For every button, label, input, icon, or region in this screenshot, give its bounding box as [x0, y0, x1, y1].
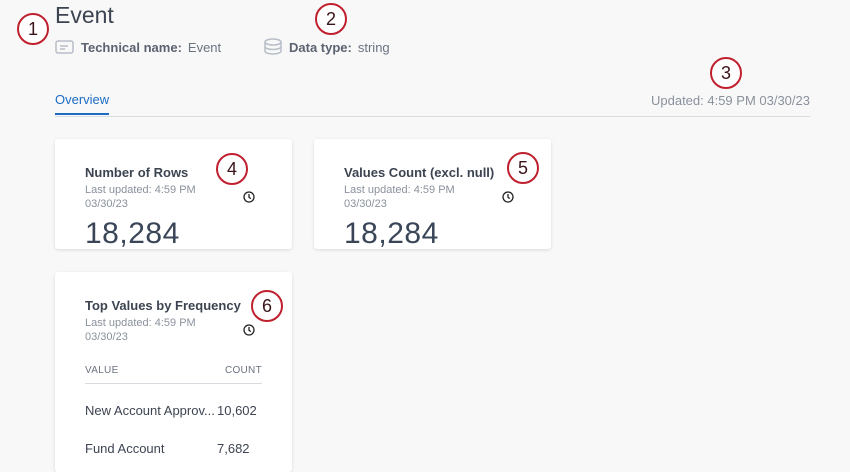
column-header-count: COUNT	[224, 365, 262, 376]
row-count: 7,682	[217, 441, 250, 456]
annotation-badge-5: 5	[507, 152, 539, 184]
clock-icon[interactable]	[502, 191, 514, 203]
card-title: Top Values by Frequency	[85, 298, 241, 313]
tab-overview[interactable]: Overview	[55, 92, 110, 115]
page-title: Event	[55, 2, 114, 28]
annotation-badge-3: 3	[710, 57, 742, 89]
technical-name-value: Event	[187, 39, 222, 55]
card-last-updated: Last updated: 4:59 PM 03/30/23	[344, 184, 455, 210]
card-title: Number of Rows	[85, 165, 189, 180]
row-count: 10,602	[217, 403, 257, 418]
number-of-rows-card: Number of Rows Last updated: 4:59 PM 03/…	[55, 139, 292, 250]
values-count-value: 18,284	[344, 217, 439, 250]
database-icon	[263, 38, 283, 56]
clock-icon[interactable]	[243, 324, 255, 336]
table-header: VALUE COUNT	[85, 365, 262, 384]
technical-name-meta: Technical name: Event	[55, 38, 221, 56]
card-last-updated: Last updated: 4:59 PM 03/30/23	[85, 317, 196, 343]
technical-name-label: Technical name:	[81, 39, 182, 55]
annotation-badge-6: 6	[251, 290, 283, 322]
tab-bar: Overview	[55, 92, 810, 117]
table-row[interactable]: New Account Approv... 10,602	[85, 403, 262, 418]
rows-count-value: 18,284	[85, 217, 180, 250]
annotation-badge-4: 4	[216, 153, 248, 185]
data-type-label: Data type:	[289, 39, 352, 55]
column-header-value: VALUE	[85, 365, 119, 376]
row-value: Fund Account	[85, 441, 165, 456]
annotation-badge-1: 1	[17, 13, 49, 45]
data-type-value: string	[357, 39, 390, 55]
table-row[interactable]: Fund Account 7,682	[85, 441, 262, 456]
data-type-meta: Data type: string	[263, 38, 390, 56]
annotation-badge-2: 2	[315, 3, 347, 35]
clock-icon[interactable]	[243, 191, 255, 203]
card-last-updated: Last updated: 4:59 PM 03/30/23	[85, 184, 196, 210]
card-title: Values Count (excl. null)	[344, 165, 495, 180]
tag-icon	[55, 38, 75, 56]
row-value: New Account Approv...	[85, 403, 215, 418]
